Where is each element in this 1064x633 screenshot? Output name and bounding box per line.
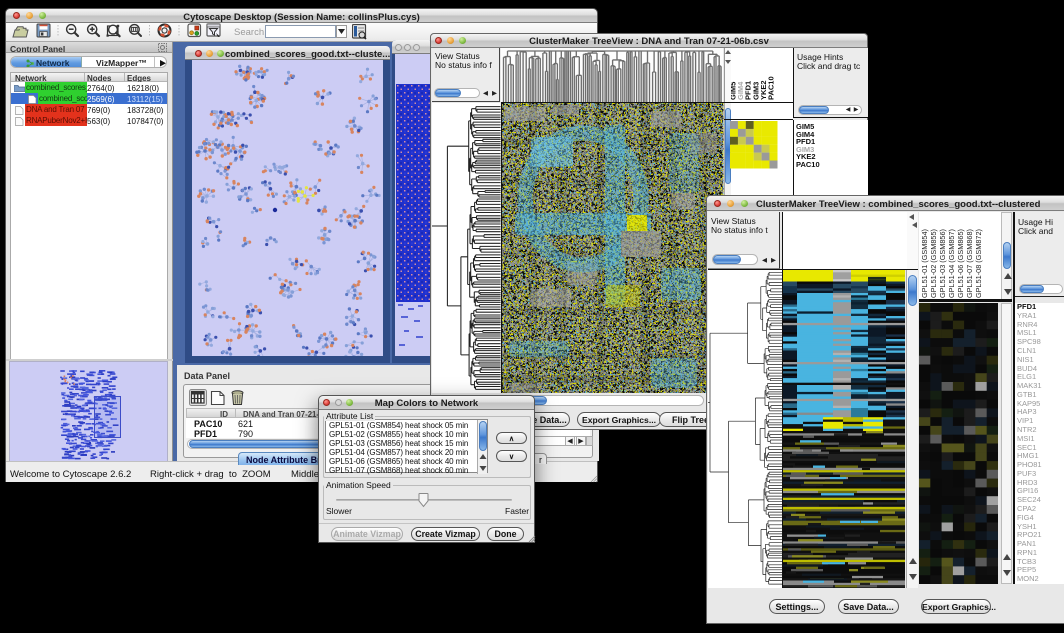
svg-text:PAC10: PAC10 [767, 76, 776, 100]
svg-text:GPL51-02 (GSM855): GPL51-02 (GSM855) [929, 229, 938, 298]
svg-text:GPL51-04 (GSM857): GPL51-04 (GSM857) [947, 229, 956, 298]
svg-text:GPL51-08 (GSM872): GPL51-08 (GSM872) [974, 229, 983, 298]
svg-text:GPL51-03 (GSM856): GPL51-03 (GSM856) [938, 229, 947, 298]
svg-text:GPL51-06 (GSM865): GPL51-06 (GSM865) [956, 229, 965, 298]
svg-text:GPL51-01 (GSM854): GPL51-01 (GSM854) [920, 229, 929, 298]
svg-text:GPL51-07 (GSM868): GPL51-07 (GSM868) [965, 229, 974, 298]
